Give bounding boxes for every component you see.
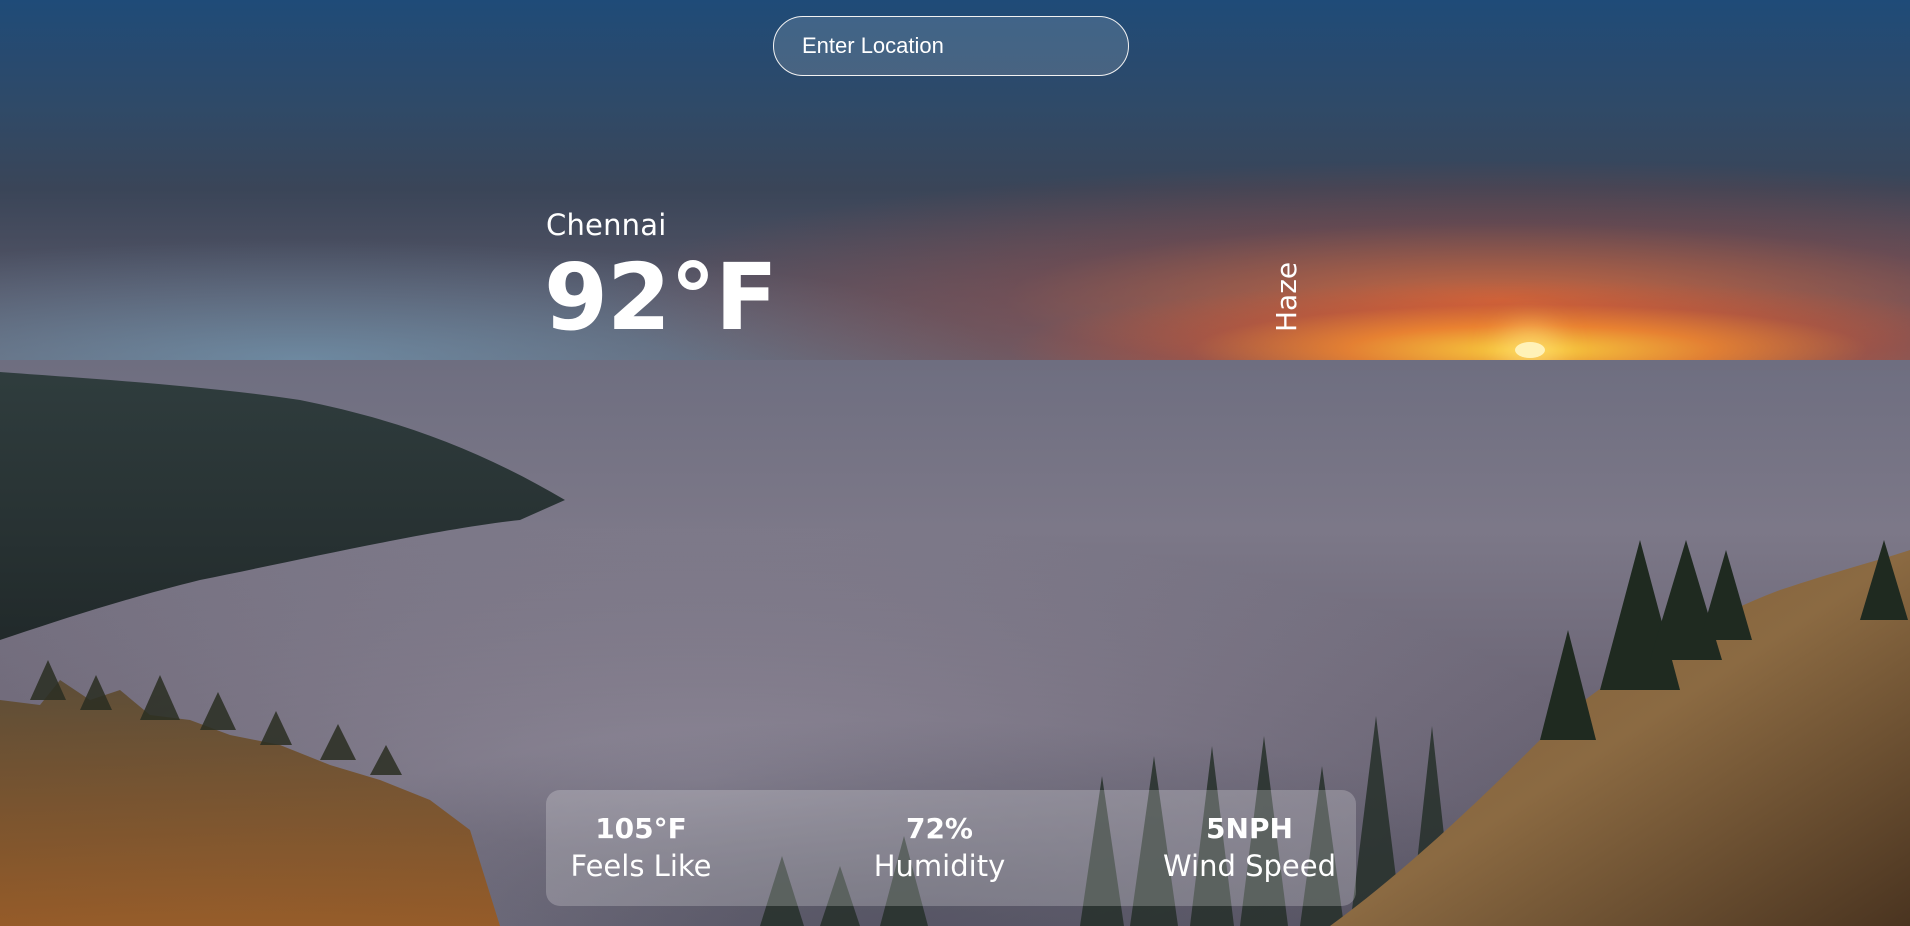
- search-box[interactable]: [773, 16, 1129, 76]
- location-name: Chennai: [546, 208, 667, 242]
- weather-condition: Haze: [1270, 261, 1303, 332]
- wind-speed-value: 5NPH: [1206, 812, 1293, 845]
- background-landscape: [0, 0, 1910, 926]
- location-search-input[interactable]: [802, 33, 1100, 59]
- weather-stats-panel: 105°F Feels Like 72% Humidity 5NPH Wind …: [546, 790, 1356, 906]
- feels-like-label: Feels Like: [570, 849, 712, 883]
- humidity-value: 72%: [905, 812, 973, 845]
- stat-feels-like: 105°F Feels Like: [566, 811, 716, 885]
- current-temperature: 92°F: [544, 244, 778, 351]
- humidity-label: Humidity: [873, 849, 1006, 883]
- feels-like-value: 105°F: [595, 812, 687, 845]
- hills-and-trees: [0, 372, 1910, 926]
- wind-speed-label: Wind Speed: [1162, 849, 1336, 883]
- stat-wind-speed: 5NPH Wind Speed: [1163, 811, 1336, 885]
- stat-humidity: 72% Humidity: [864, 811, 1014, 885]
